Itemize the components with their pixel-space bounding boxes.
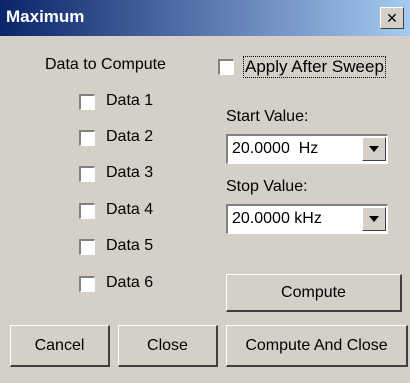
chevron-down-icon bbox=[369, 146, 379, 152]
apply-after-sweep-label: Apply After Sweep bbox=[243, 56, 386, 78]
data-4-checkbox[interactable] bbox=[79, 203, 95, 219]
stop-value-select[interactable]: 20.0000 kHz bbox=[226, 204, 388, 234]
title-bar: Maximum ✕ bbox=[0, 0, 410, 36]
apply-after-sweep-checkbox[interactable] bbox=[218, 59, 234, 75]
data-6-checkbox[interactable] bbox=[79, 276, 95, 292]
compute-button-label: Compute bbox=[281, 283, 346, 301]
window-title: Maximum bbox=[6, 7, 85, 26]
stop-value-label: Stop Value: bbox=[226, 178, 308, 195]
data-3-label: Data 3 bbox=[106, 164, 154, 181]
start-value-label: Start Value: bbox=[226, 108, 309, 125]
data-2-checkbox[interactable] bbox=[79, 130, 95, 146]
data-4-label: Data 4 bbox=[106, 201, 154, 218]
compute-button[interactable]: Compute bbox=[226, 274, 402, 312]
close-window-button[interactable]: ✕ bbox=[380, 7, 404, 29]
cancel-button[interactable]: Cancel bbox=[10, 325, 110, 367]
start-value-select[interactable]: 20.0000 Hz bbox=[226, 134, 388, 164]
data-5-checkbox[interactable] bbox=[79, 239, 95, 255]
compute-and-close-button[interactable]: Compute And Close bbox=[226, 325, 408, 367]
data-to-compute-heading: Data to Compute bbox=[45, 56, 166, 73]
start-value-text: 20.0000 Hz bbox=[232, 140, 319, 157]
stop-value-dropdown-button[interactable] bbox=[362, 207, 386, 231]
data-5-label: Data 5 bbox=[106, 237, 154, 254]
close-button-label: Close bbox=[147, 336, 188, 354]
close-icon: ✕ bbox=[386, 9, 398, 26]
data-3-checkbox[interactable] bbox=[79, 166, 95, 182]
close-button[interactable]: Close bbox=[118, 325, 218, 367]
stop-value-text: 20.0000 kHz bbox=[232, 210, 322, 227]
cancel-button-label: Cancel bbox=[34, 336, 85, 354]
data-1-label: Data 1 bbox=[106, 92, 154, 109]
chevron-down-icon bbox=[369, 216, 379, 222]
data-1-checkbox[interactable] bbox=[79, 94, 95, 110]
data-6-label: Data 6 bbox=[106, 274, 154, 291]
data-2-label: Data 2 bbox=[106, 128, 154, 145]
start-value-dropdown-button[interactable] bbox=[362, 137, 386, 161]
compute-and-close-button-label: Compute And Close bbox=[245, 336, 388, 354]
